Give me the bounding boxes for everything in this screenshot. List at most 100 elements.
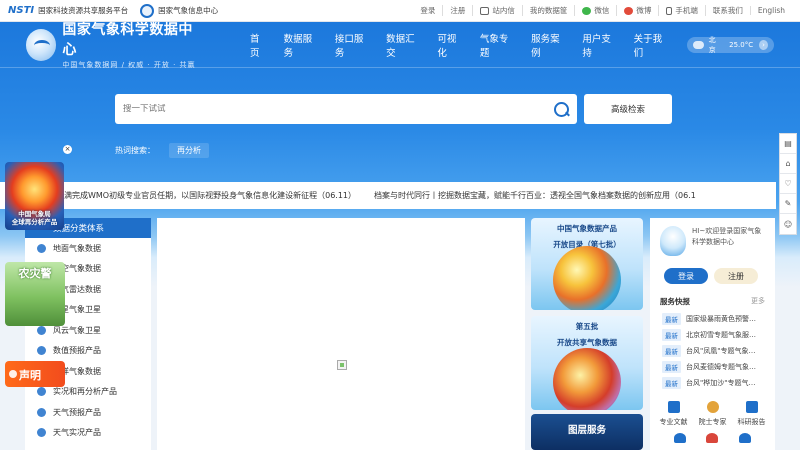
site-brand[interactable]: 国家气象科学数据中心 中国气象数据网 / 权威 · 开放 · 共赢 bbox=[26, 19, 200, 70]
contact-link[interactable]: 联系我们 bbox=[704, 5, 750, 16]
literature-link[interactable]: 专业文献 bbox=[660, 401, 688, 427]
reports-label: 科研报告 bbox=[737, 418, 766, 426]
reanalysis-ad[interactable]: 中国气象局 全球再分析产品 bbox=[5, 162, 64, 230]
weibo-label: 微博 bbox=[636, 6, 652, 15]
news-flash-item[interactable]: 最新 台风"凤凰"专题气象… bbox=[662, 343, 767, 359]
nmic-logo-icon bbox=[140, 3, 155, 18]
bookmark-icon[interactable] bbox=[674, 433, 687, 443]
nsti-partner-link[interactable]: NSTI 国家科技资源共享服务平台 bbox=[8, 5, 128, 16]
weibo-link[interactable]: 微博 bbox=[616, 5, 658, 16]
mobile-label: 手机端 bbox=[675, 6, 698, 15]
menu-data-service[interactable]: 数据服务 bbox=[284, 31, 319, 59]
ad-line1: 中国气象局 bbox=[18, 210, 51, 218]
document-icon bbox=[745, 401, 758, 413]
weibo-icon bbox=[624, 6, 634, 15]
product-catalog-card[interactable]: 中国气象数据产品 开放目录（第七批） bbox=[531, 218, 643, 310]
mascot-avatar bbox=[660, 226, 686, 256]
catalog-icon[interactable]: ▤ bbox=[780, 134, 796, 154]
close-icon[interactable]: × bbox=[63, 145, 72, 154]
register-link[interactable]: 注册 bbox=[442, 5, 472, 16]
news-flash-item[interactable]: 最新 北京初雪专题气象服… bbox=[662, 327, 767, 343]
category-label: 天气实况产品 bbox=[53, 428, 101, 438]
news-flash-item[interactable]: 最新 台风"桦加沙"专题气… bbox=[662, 375, 767, 391]
news-flash-text: 北京初雪专题气象服… bbox=[686, 331, 756, 339]
new-badge: 最新 bbox=[662, 377, 681, 389]
new-badge: 最新 bbox=[662, 329, 681, 341]
news-flash-item[interactable]: 最新 国家级暴雨黄色预警… bbox=[662, 311, 767, 327]
menu-about[interactable]: 关于我们 bbox=[634, 31, 669, 59]
menu-topics[interactable]: 气象专题 bbox=[480, 31, 515, 59]
nsti-partner-label: 国家科技资源共享服务平台 bbox=[38, 6, 129, 15]
wechat-icon bbox=[582, 6, 592, 15]
menu-support[interactable]: 用户支持 bbox=[582, 31, 617, 59]
experts-link[interactable]: 院士专家 bbox=[699, 401, 727, 427]
news-flash-text: 国家级暴雨黄色预警… bbox=[686, 315, 756, 323]
register-button[interactable]: 注册 bbox=[714, 268, 758, 284]
user-panel: HI~欢迎登录国家气象科学数据中心 登录 注册 服务快报 更多 最新 国家级暴雨黄… bbox=[650, 218, 775, 450]
anchor-icon bbox=[37, 346, 46, 356]
ticker-item[interactable]: 档案与时代同行丨挖掘数据宝藏，赋能千行百业：透视全国气象档案数据的创新应用（06… bbox=[374, 190, 696, 201]
category-item[interactable]: 数值预报产品 bbox=[25, 341, 151, 362]
inbox-link[interactable]: 站内信 bbox=[472, 5, 522, 16]
location-icon[interactable] bbox=[706, 433, 719, 443]
quick-links: 专业文献 院士专家 科研报告 bbox=[650, 391, 775, 427]
chart-icon bbox=[37, 325, 46, 335]
site-logo-icon bbox=[26, 28, 57, 61]
hot-search-label: 热词搜索： bbox=[115, 146, 155, 155]
utility-links: 登录 注册 站内信 我的数据筐 微信 微博 手机端 联系我们 English bbox=[413, 5, 792, 16]
phone-icon bbox=[666, 6, 673, 15]
category-item[interactable]: 天气实况产品 bbox=[25, 423, 151, 444]
mail-icon bbox=[480, 6, 490, 15]
nmic-partner-link[interactable]: 国家气象信息中心 bbox=[140, 3, 218, 18]
broken-image-icon bbox=[337, 360, 347, 370]
inbox-label: 站内信 bbox=[492, 6, 515, 15]
more-link[interactable]: 更多 bbox=[751, 296, 765, 307]
advanced-search-button[interactable]: 高级检索 bbox=[584, 94, 672, 124]
ticker-item[interactable]: ：圆满完成WMO初级专业官员任期，以国际视野投身气象信息化建设新征程（06.11… bbox=[48, 190, 356, 201]
menu-cases[interactable]: 服务案例 bbox=[531, 31, 566, 59]
site-title: 国家气象科学数据中心 bbox=[62, 22, 193, 58]
category-label: 风云气象卫星 bbox=[53, 325, 101, 335]
cart-icon[interactable]: ⌂ bbox=[780, 154, 796, 174]
english-link[interactable]: English bbox=[749, 6, 792, 15]
ad-label: 声明 bbox=[19, 369, 41, 382]
wechat-link[interactable]: 微信 bbox=[574, 5, 616, 16]
menu-api-service[interactable]: 接口服务 bbox=[335, 31, 370, 59]
medal-icon bbox=[706, 401, 719, 413]
menu-home[interactable]: 首页 bbox=[250, 31, 268, 59]
forecast-icon bbox=[37, 407, 46, 417]
data-basket-link[interactable]: 我的数据筐 bbox=[521, 5, 575, 16]
floating-toolbar: ▤ ⌂ ♡ ✎ ☺ bbox=[779, 133, 797, 235]
weather-widget[interactable]: 北京 25.0°C › bbox=[686, 36, 774, 54]
menu-visualization[interactable]: 可视化 bbox=[437, 31, 463, 59]
main-header: 国家气象科学数据中心 中国气象数据网 / 权威 · 开放 · 共赢 首页 数据服… bbox=[0, 19, 800, 70]
layer-service-card[interactable]: 图层服务 bbox=[531, 414, 643, 450]
hot-tag-reanalysis[interactable]: 再分析 bbox=[169, 143, 209, 158]
news-flash-list: 最新 国家级暴雨黄色预警… 最新 北京初雪专题气象服… 最新 台风"凤凰"专题气象… … bbox=[650, 311, 775, 391]
reports-link[interactable]: 科研报告 bbox=[738, 401, 766, 427]
favorite-icon[interactable]: ♡ bbox=[780, 174, 796, 194]
search-input[interactable] bbox=[123, 104, 553, 114]
search-box bbox=[115, 94, 577, 124]
open-data-card[interactable]: 第五批 开放共享气象数据 bbox=[531, 316, 643, 410]
book-icon bbox=[667, 401, 680, 413]
login-link[interactable]: 登录 bbox=[413, 5, 442, 16]
cloud-icon bbox=[37, 387, 46, 397]
chevron-right-icon[interactable]: › bbox=[759, 39, 769, 50]
category-item[interactable]: 地面气象数据 bbox=[25, 238, 151, 259]
folder-icon[interactable] bbox=[738, 433, 751, 443]
login-button[interactable]: 登录 bbox=[664, 268, 708, 284]
news-flash-item[interactable]: 最新 台风麦德姆专题气象… bbox=[662, 359, 767, 375]
menu-data-submission[interactable]: 数据汇交 bbox=[386, 31, 421, 59]
statement-ad[interactable]: 声明 bbox=[5, 361, 65, 387]
hot-search: 热词搜索： 再分析 bbox=[115, 143, 209, 158]
search-icon[interactable] bbox=[553, 101, 569, 117]
globe-icon bbox=[37, 243, 46, 253]
weather-temperature: 25.0°C bbox=[729, 40, 754, 49]
agri-disaster-ad[interactable]: 农灾警 bbox=[5, 262, 65, 326]
user-icon[interactable]: ☺ bbox=[780, 214, 796, 234]
category-item[interactable]: 天气预报产品 bbox=[25, 402, 151, 423]
mobile-link[interactable]: 手机端 bbox=[658, 5, 705, 16]
edit-icon[interactable]: ✎ bbox=[780, 194, 796, 214]
site-subtitle: 中国气象数据网 / 权威 · 开放 · 共赢 bbox=[62, 61, 196, 69]
